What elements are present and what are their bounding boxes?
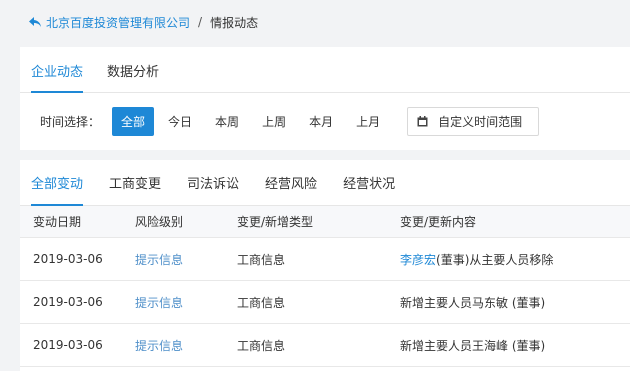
- custom-range-label: 自定义时间范围: [438, 114, 523, 129]
- custom-range-button[interactable]: 自定义时间范围: [407, 106, 540, 136]
- changes-card: 全部变动 工商变更 司法诉讼 经营风险 经营状况 变动日期 风险级别 变更/新增…: [20, 160, 630, 371]
- filter-card: 企业动态 数据分析 时间选择： 全部 今日 本周 上周 本月 上月 自定义时间范…: [20, 47, 630, 150]
- row-content: 新增主要人员王海峰 (董事): [400, 338, 546, 353]
- person-link[interactable]: 李彦宏: [400, 253, 436, 267]
- breadcrumb-current: 情报动态: [210, 15, 259, 30]
- row-risk-link[interactable]: 提示信息: [122, 251, 224, 268]
- header-risk: 风险级别: [135, 215, 184, 229]
- filter-today-button[interactable]: 今日: [159, 107, 201, 136]
- row-content: 新增主要人员马东敏 (董事): [400, 295, 546, 310]
- tab-business-changes[interactable]: 工商变更: [109, 160, 161, 205]
- row-date: 2019-03-06: [33, 338, 103, 352]
- breadcrumb-company-link[interactable]: 北京百度投资管理有限公司: [46, 14, 190, 31]
- filter-this-month-button[interactable]: 本月: [300, 107, 342, 136]
- tab-company-news[interactable]: 企业动态: [31, 47, 84, 93]
- tab-business-status[interactable]: 经营状况: [343, 160, 395, 205]
- filter-all-button[interactable]: 全部: [112, 106, 155, 136]
- back-arrow-icon[interactable]: [28, 16, 42, 28]
- tab-all-changes[interactable]: 全部变动: [31, 160, 84, 206]
- table-header: 变动日期 风险级别 变更/新增类型 变更/更新内容: [20, 206, 630, 238]
- filter-this-week-button[interactable]: 本周: [206, 107, 248, 136]
- table-row: 2019-03-06 提示信息 工商信息 新增主要人员王海峰 (董事): [20, 324, 630, 367]
- breadcrumb-separator: /: [198, 15, 203, 29]
- calendar-icon: [417, 115, 428, 126]
- change-tabs: 全部变动 工商变更 司法诉讼 经营风险 经营状况: [20, 160, 630, 206]
- header-type: 变更/新增类型: [237, 215, 314, 229]
- table-row: 2019-03-06 提示信息 工商信息 新增主要人员马东敏 (董事): [20, 281, 630, 324]
- breadcrumb: 北京百度投资管理有限公司 / 情报动态: [0, 0, 630, 44]
- row-content: 李彦宏(董事)从主要人员移除: [387, 251, 630, 268]
- table-row: 2019-03-06 提示信息 工商信息 李彦宏(董事)从主要人员移除: [20, 238, 630, 281]
- filter-last-week-button[interactable]: 上周: [253, 107, 295, 136]
- row-type: 工商信息: [237, 252, 286, 267]
- tab-litigation[interactable]: 司法诉讼: [187, 160, 239, 205]
- row-type: 工商信息: [237, 295, 286, 310]
- time-filter-row: 时间选择： 全部 今日 本周 上周 本月 上月 自定义时间范围: [20, 93, 630, 149]
- filter-last-month-button[interactable]: 上月: [347, 107, 389, 136]
- row-date: 2019-03-06: [33, 295, 103, 309]
- top-tabs: 企业动态 数据分析: [20, 47, 630, 93]
- changes-table: 变动日期 风险级别 变更/新增类型 变更/更新内容 2019-03-06 提示信…: [20, 206, 630, 367]
- tab-business-risk[interactable]: 经营风险: [265, 160, 317, 205]
- header-date: 变动日期: [33, 215, 82, 229]
- header-content: 变更/更新内容: [400, 215, 477, 229]
- tab-data-analysis[interactable]: 数据分析: [107, 47, 159, 92]
- row-risk-link[interactable]: 提示信息: [122, 337, 224, 354]
- row-risk-link[interactable]: 提示信息: [122, 294, 224, 311]
- row-type: 工商信息: [237, 338, 286, 353]
- row-content-text: (董事)从主要人员移除: [436, 252, 554, 267]
- row-date: 2019-03-06: [33, 252, 103, 266]
- time-filter-label: 时间选择：: [40, 114, 101, 129]
